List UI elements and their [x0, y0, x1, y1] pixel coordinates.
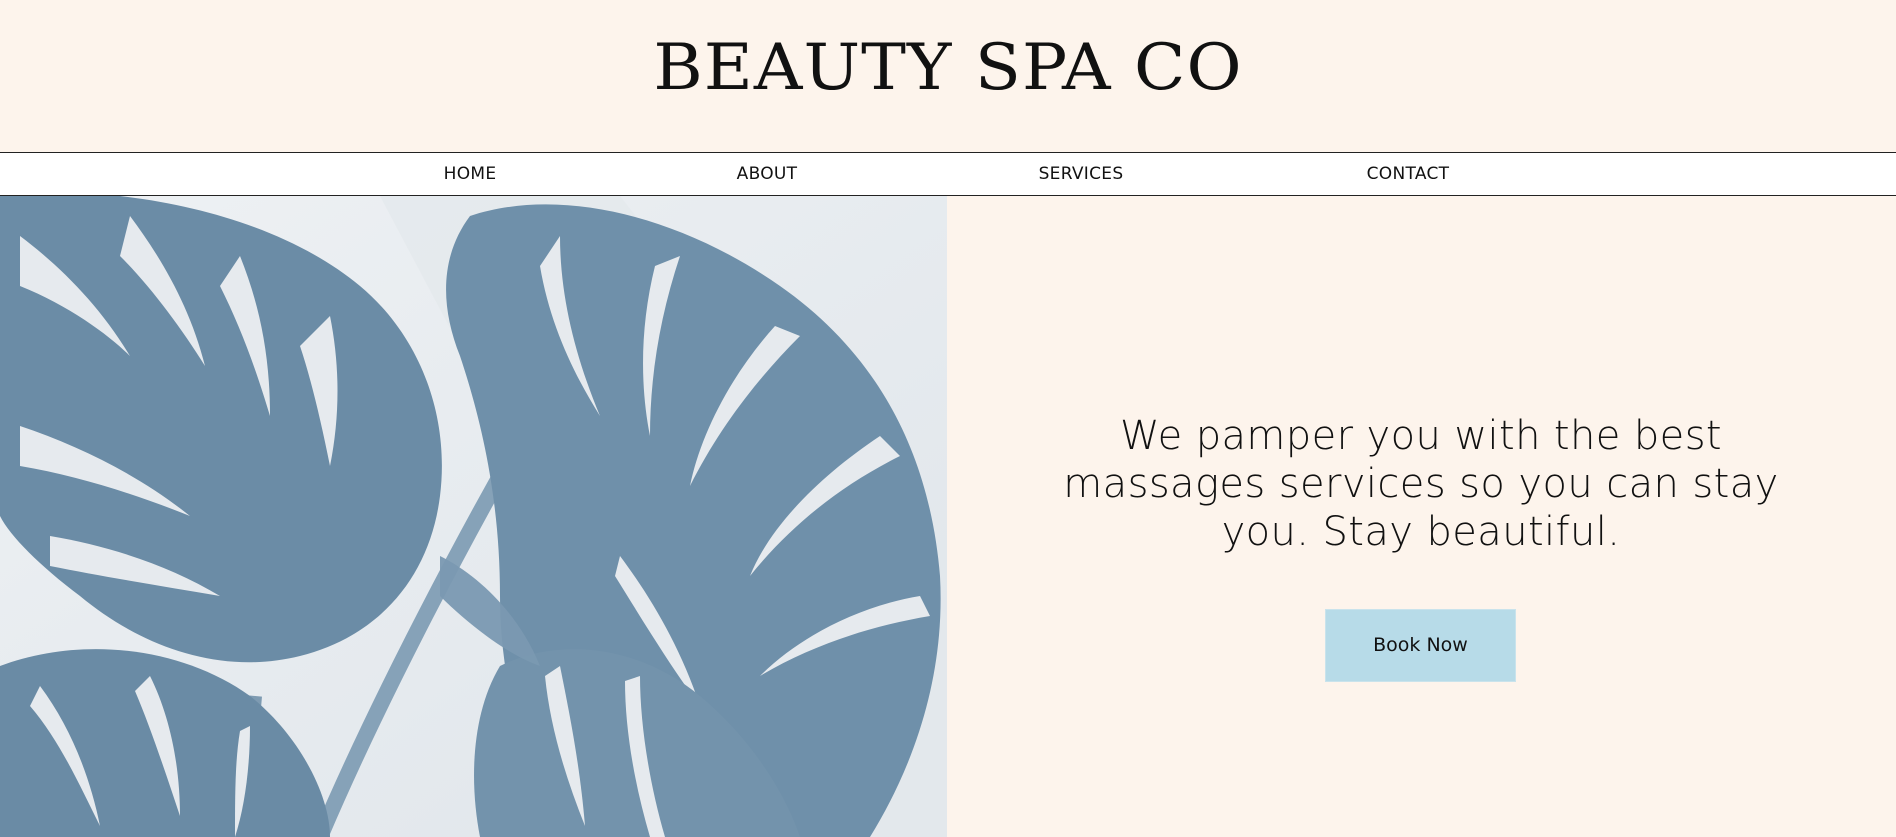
monstera-leaves-image: [0, 196, 947, 837]
hero-image-monstera: [0, 196, 947, 837]
site-header: BEAUTY SPA CO: [0, 0, 1896, 152]
nav-item-contact[interactable]: CONTACT: [1367, 153, 1450, 195]
site-title[interactable]: BEAUTY SPA CO: [0, 28, 1896, 108]
main-nav: HOME ABOUT SERVICES CONTACT: [0, 152, 1896, 196]
hero-tagline: We pamper you with the best massages ser…: [1063, 413, 1779, 555]
nav-item-services[interactable]: SERVICES: [1039, 153, 1124, 195]
book-now-button[interactable]: Book Now: [1325, 609, 1516, 682]
nav-item-home[interactable]: HOME: [444, 153, 497, 195]
nav-item-about[interactable]: ABOUT: [737, 153, 798, 195]
